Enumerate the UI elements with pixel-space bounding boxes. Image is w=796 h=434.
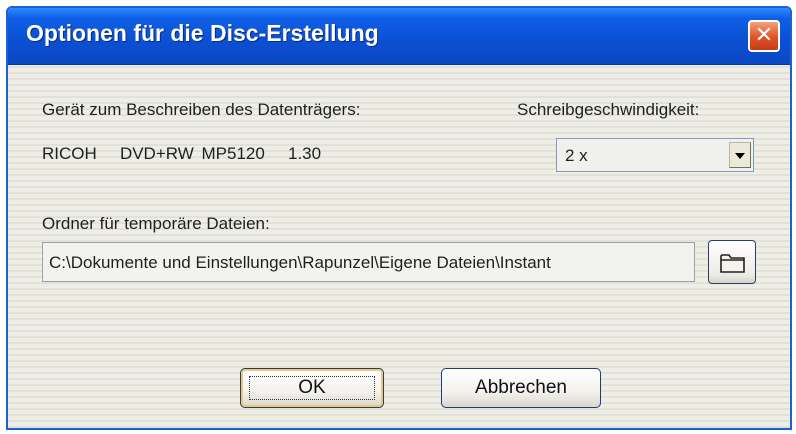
chevron-down-icon[interactable] (729, 142, 751, 168)
temp-folder-label: Ordner für temporäre Dateien: (42, 214, 270, 233)
dialog-title: Optionen für die Disc-Erstellung (26, 20, 379, 46)
close-button[interactable]: ✕ (748, 20, 780, 52)
temp-folder-path-value: C:\Dokumente und Einstellungen\Rapunzel\… (49, 253, 551, 272)
speed-select[interactable]: 2 x (556, 138, 754, 172)
ok-button[interactable]: OK (240, 368, 384, 408)
speed-value: 2 x (565, 146, 588, 165)
close-icon: ✕ (754, 22, 774, 47)
temp-folder-path-input[interactable]: C:\Dokumente und Einstellungen\Rapunzel\… (42, 242, 695, 282)
browse-folder-button[interactable] (708, 240, 756, 284)
focus-indicator (249, 376, 375, 400)
device-name: RICOH DVD+RW MP5120 1.30 (42, 144, 322, 163)
cancel-button-label: Abbrechen (475, 377, 567, 398)
cancel-button[interactable]: Abbrechen (441, 368, 601, 408)
device-label: Gerät zum Beschreiben des Datenträgers: (42, 100, 361, 119)
title-bar[interactable]: Optionen für die Disc-Erstellung ✕ (8, 8, 790, 65)
folder-icon (720, 254, 745, 273)
disc-options-dialog: Optionen für die Disc-Erstellung ✕ Gerät… (6, 6, 792, 430)
speed-label: Schreibgeschwindigkeit: (517, 100, 700, 119)
